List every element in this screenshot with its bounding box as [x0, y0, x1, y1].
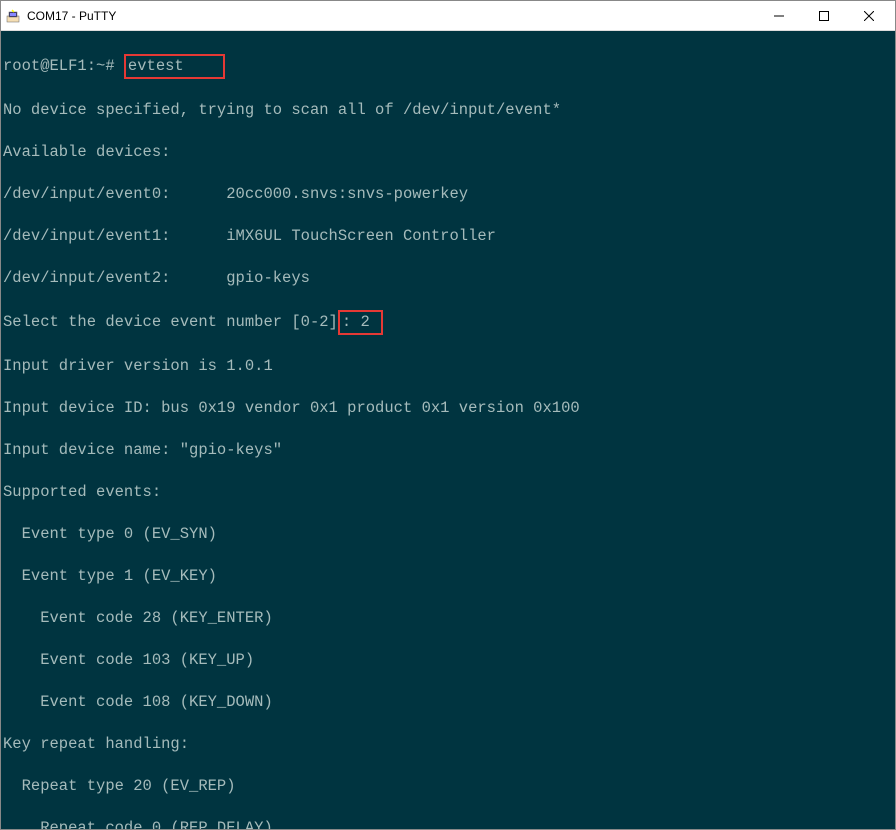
window-title: COM17 - PuTTY	[27, 9, 756, 23]
output-line: Event code 28 (KEY_ENTER)	[3, 608, 893, 629]
output-line: Input device name: "gpio-keys"	[3, 440, 893, 461]
output-line: /dev/input/event1: iMX6UL TouchScreen Co…	[3, 226, 893, 247]
output-line: Event code 103 (KEY_UP)	[3, 650, 893, 671]
highlighted-command: evtest	[124, 54, 225, 79]
titlebar[interactable]: COM17 - PuTTY	[1, 1, 895, 31]
shell-prompt: root@ELF1:~#	[3, 57, 124, 75]
command-text: evtest	[128, 57, 184, 75]
output-line: Repeat code 0 (REP_DELAY)	[3, 818, 893, 829]
terminal-output[interactable]: root@ELF1:~# evtest No device specified,…	[1, 31, 895, 829]
output-line: Key repeat handling:	[3, 734, 893, 755]
output-line: Available devices:	[3, 142, 893, 163]
select-prompt: Select the device event number [0-2]	[3, 313, 338, 331]
output-line: Event code 108 (KEY_DOWN)	[3, 692, 893, 713]
window-controls	[756, 1, 891, 30]
select-line: Select the device event number [0-2]: 2	[3, 310, 893, 335]
output-line: Supported events:	[3, 482, 893, 503]
output-line: Event type 0 (EV_SYN)	[3, 524, 893, 545]
prompt-line: root@ELF1:~# evtest	[3, 54, 893, 79]
putty-icon	[5, 8, 21, 24]
output-line: /dev/input/event2: gpio-keys	[3, 268, 893, 289]
maximize-button[interactable]	[801, 1, 846, 30]
close-button[interactable]	[846, 1, 891, 30]
output-line: Event type 1 (EV_KEY)	[3, 566, 893, 587]
selection-value: : 2	[342, 313, 370, 331]
output-line: No device specified, trying to scan all …	[3, 100, 893, 121]
highlighted-selection: : 2	[338, 310, 383, 335]
output-line: /dev/input/event0: 20cc000.snvs:snvs-pow…	[3, 184, 893, 205]
minimize-button[interactable]	[756, 1, 801, 30]
output-line: Input driver version is 1.0.1	[3, 356, 893, 377]
putty-window: COM17 - PuTTY root@ELF1:~# evtest No dev…	[0, 0, 896, 830]
output-line: Input device ID: bus 0x19 vendor 0x1 pro…	[3, 398, 893, 419]
output-line: Repeat type 20 (EV_REP)	[3, 776, 893, 797]
